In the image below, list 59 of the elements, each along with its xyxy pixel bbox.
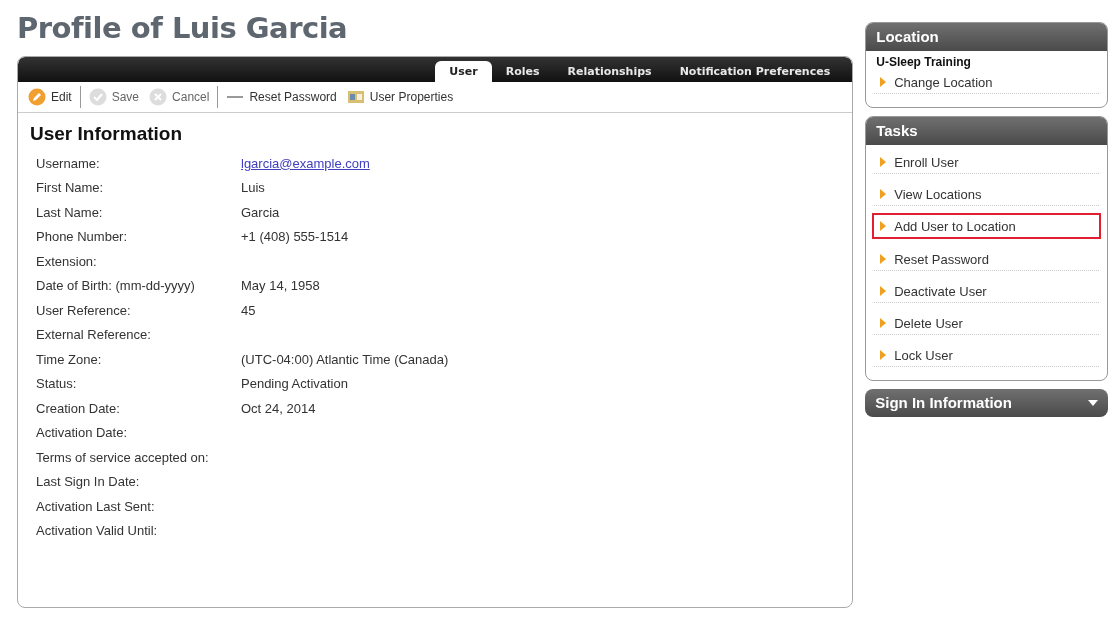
sidebar-link[interactable]: View Locations xyxy=(872,181,1101,206)
toolbar-button[interactable]: Reset Password xyxy=(224,90,345,104)
panel-header: Location xyxy=(866,23,1107,51)
sidebar-link[interactable]: Add User to Location xyxy=(872,213,1101,239)
field-value: Luis xyxy=(241,180,265,196)
caret-icon xyxy=(1088,400,1098,406)
pencil-icon xyxy=(28,88,46,106)
field-label: External Reference: xyxy=(36,327,152,343)
field-value: (UTC-04:00) Atlantic Time (Canada) xyxy=(241,351,449,367)
field-value: 45 xyxy=(241,302,256,318)
triangle-icon xyxy=(880,286,887,296)
field-label: Creation Date: xyxy=(36,400,121,416)
field-label: First Name: xyxy=(36,180,105,196)
field-label: Extension: xyxy=(36,253,98,269)
sign-in-header[interactable]: Sign In Information xyxy=(865,389,1108,417)
field-label: Activation Date: xyxy=(36,425,129,441)
email-link[interactable]: lgarcia@example.com xyxy=(241,155,370,171)
field-label: Status: xyxy=(36,376,78,392)
field-label: Last Name: xyxy=(36,204,104,220)
panel-header: Tasks xyxy=(866,117,1107,145)
sidebar-link[interactable]: Reset Password xyxy=(872,246,1101,271)
section-title: User Information xyxy=(30,123,184,145)
field-label: Last Sign In Date: xyxy=(36,474,141,490)
field-label: Time Zone: xyxy=(36,351,103,367)
close-icon xyxy=(149,88,168,106)
field-label: Terms of service accepted on: xyxy=(36,449,210,465)
triangle-icon xyxy=(880,318,887,328)
triangle-icon xyxy=(880,221,887,231)
sidebar-link[interactable]: Delete User xyxy=(872,310,1101,335)
field-value: +1 (408) 555-1514 xyxy=(241,229,349,245)
page-title: Profile of Luis Garcia xyxy=(17,10,349,47)
field-label: Activation Last Sent: xyxy=(36,498,156,514)
check-icon xyxy=(88,88,107,106)
tab[interactable]: Roles xyxy=(491,61,554,82)
triangle-icon xyxy=(880,189,887,199)
field-label: Username: xyxy=(36,155,101,171)
sidebar-link[interactable]: Change Location xyxy=(872,69,1101,94)
properties-icon xyxy=(346,88,365,106)
location-name: U-Sleep Training xyxy=(875,55,972,69)
field-value: May 14, 1958 xyxy=(241,278,320,294)
field-label: Date of Birth: (mm-dd-yyyy) xyxy=(36,278,196,294)
sidebar-link[interactable]: Deactivate User xyxy=(872,278,1101,303)
field-label: Phone Number: xyxy=(36,229,129,245)
tab[interactable]: Relationships xyxy=(553,61,666,82)
sidebar-link[interactable]: Enroll User xyxy=(872,149,1101,174)
triangle-icon xyxy=(880,157,887,167)
tab[interactable]: Notification Preferences xyxy=(665,61,845,82)
field-value: Oct 24, 2014 xyxy=(241,400,316,416)
toolbar-button[interactable]: User Properties xyxy=(344,88,462,106)
triangle-icon xyxy=(880,77,887,87)
triangle-icon xyxy=(880,254,887,264)
sidebar-link[interactable]: Lock User xyxy=(872,342,1101,367)
toolbar-button[interactable]: Edit xyxy=(26,88,80,106)
tab[interactable]: User xyxy=(435,61,492,82)
field-label: Activation Valid Until: xyxy=(36,523,159,539)
triangle-icon xyxy=(880,350,887,360)
field-value: Pending Activation xyxy=(241,376,348,392)
field-label: User Reference: xyxy=(36,302,132,318)
field-value: Garcia xyxy=(241,204,280,220)
